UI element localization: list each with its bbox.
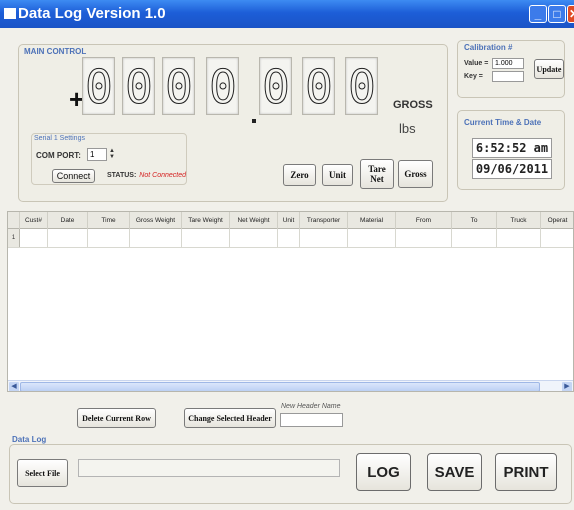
scroll-right-icon[interactable]: ▶ (562, 382, 572, 391)
status-value: Not Connected (139, 172, 186, 179)
window-title: Data Log Version 1.0 (18, 5, 166, 22)
main-control-panel: MAIN CONTROL + 0 0 0 0 0 0 0 GROSS lbs S… (18, 44, 448, 202)
new-header-input[interactable] (280, 413, 343, 427)
print-button[interactable]: PRINT (495, 453, 557, 491)
grid-header: Cust# Date Time Gross Weight Tare Weight… (8, 212, 573, 229)
gross-button[interactable]: Gross (398, 160, 433, 188)
file-path-field[interactable] (78, 459, 340, 477)
serial-settings: Serial 1 Settings COM PORT: 1 ▲ ▼ Connect… (31, 133, 187, 185)
minimize-button[interactable]: _ (529, 5, 547, 23)
calibration-panel: Calibration # Value = 1.000 Key = Update (457, 40, 565, 98)
calibration-value-label: Value = (464, 60, 489, 67)
table-row[interactable] (8, 229, 573, 248)
com-port-select[interactable]: 1 (87, 148, 107, 161)
column-header[interactable]: Tare Weight (182, 212, 230, 229)
zero-button[interactable]: Zero (283, 164, 316, 186)
column-header[interactable]: Date (48, 212, 88, 229)
minimize-icon: _ (534, 7, 542, 21)
calibration-key-label: Key = (464, 73, 483, 80)
serial-settings-caption: Serial 1 Settings (34, 135, 85, 142)
gross-label: GROSS (393, 99, 433, 111)
log-button[interactable]: LOG (356, 453, 411, 491)
change-header-button[interactable]: Change Selected Header (184, 408, 276, 428)
table-cell[interactable] (48, 229, 88, 248)
unit-button[interactable]: Unit (322, 164, 353, 186)
table-cell[interactable] (452, 229, 497, 248)
app-icon (4, 8, 16, 19)
maximize-icon: □ (553, 7, 561, 21)
maximize-button[interactable]: □ (548, 5, 566, 23)
time-date-label: Current Time & Date (464, 118, 542, 127)
decimal-point (252, 119, 256, 123)
unit-label: lbs (399, 121, 416, 136)
column-header[interactable]: Time (88, 212, 130, 229)
table-cell[interactable] (230, 229, 278, 248)
table-cell[interactable] (300, 229, 348, 248)
time-display: 6:52:52 am (472, 138, 552, 158)
table-cell[interactable] (348, 229, 396, 248)
column-header[interactable]: Operat (541, 212, 573, 229)
new-header-label: New Header Name (281, 403, 341, 410)
main-control-label: MAIN CONTROL (24, 47, 87, 56)
scrollbar-thumb[interactable] (20, 382, 540, 391)
connect-button[interactable]: Connect (52, 169, 95, 183)
weight-digit: 0 (259, 57, 292, 115)
grid-corner (8, 212, 20, 229)
calibration-label: Calibration # (464, 43, 513, 52)
data-log-label: Data Log (12, 435, 47, 444)
table-cell[interactable] (130, 229, 182, 248)
scroll-left-icon[interactable]: ◀ (9, 382, 19, 391)
column-header[interactable]: To (452, 212, 497, 229)
time-date-panel: Current Time & Date 6:52:52 am 09/06/201… (457, 110, 565, 190)
column-header[interactable]: Truck (497, 212, 541, 229)
weight-digit: 0 (206, 57, 239, 115)
com-port-label: COM PORT: (36, 151, 81, 160)
table-cell[interactable] (396, 229, 452, 248)
calibration-key-field[interactable] (492, 71, 524, 82)
column-header[interactable]: Material (348, 212, 396, 229)
column-header[interactable]: Gross Weight (130, 212, 182, 229)
tare-net-line1: Tare (368, 164, 386, 174)
weight-digit: 0 (82, 57, 115, 115)
tare-net-line2: Net (370, 174, 384, 184)
main-window: MAIN CONTROL + 0 0 0 0 0 0 0 GROSS lbs S… (0, 28, 574, 510)
horizontal-scrollbar[interactable]: ◀ ▶ (8, 380, 573, 391)
weight-digit: 0 (162, 57, 195, 115)
column-header[interactable]: Transporter (300, 212, 348, 229)
calibration-value-field[interactable]: 1.000 (492, 58, 524, 69)
column-header[interactable]: Net Weight (230, 212, 278, 229)
weight-digit: 0 (122, 57, 155, 115)
save-button[interactable]: SAVE (427, 453, 482, 491)
column-header[interactable]: From (396, 212, 452, 229)
column-header[interactable]: Unit (278, 212, 300, 229)
update-button[interactable]: Update (534, 59, 564, 79)
close-button[interactable]: ✕ (567, 5, 574, 23)
weight-digit: 0 (345, 57, 378, 115)
weight-digit: 0 (302, 57, 335, 115)
data-grid[interactable]: Cust# Date Time Gross Weight Tare Weight… (7, 211, 574, 392)
status-label: STATUS: (107, 172, 137, 179)
table-cell[interactable] (88, 229, 130, 248)
status-indicator: STATUS: Not Connected (107, 172, 186, 179)
delete-row-button[interactable]: Delete Current Row (77, 408, 156, 428)
column-header[interactable]: Cust# (20, 212, 48, 229)
select-file-button[interactable]: Select File (17, 459, 68, 487)
table-cell[interactable] (497, 229, 541, 248)
tare-net-button[interactable]: Tare Net (360, 159, 394, 189)
table-cell[interactable] (278, 229, 300, 248)
com-port-spinner-icon[interactable]: ▲ ▼ (109, 148, 115, 161)
table-cell[interactable] (20, 229, 48, 248)
close-icon: ✕ (568, 6, 574, 22)
table-cell[interactable] (182, 229, 230, 248)
date-display: 09/06/2011 (472, 159, 552, 179)
title-bar: Data Log Version 1.0 _ □ ✕ (0, 0, 574, 28)
